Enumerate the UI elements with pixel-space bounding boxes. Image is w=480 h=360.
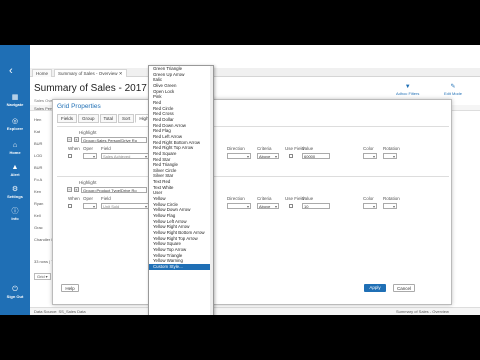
home-icon: ⌂ — [12, 142, 18, 149]
color-select[interactable] — [363, 203, 377, 209]
edit-mode-button[interactable]: ✎ Edit Mode — [444, 84, 462, 96]
adhoc-filters-button[interactable]: ▼ Adhoc Filters — [396, 84, 419, 96]
filter-icon: ▼ — [404, 84, 411, 90]
direction-select[interactable] — [227, 153, 251, 159]
highlight-rule-2: Highlight − ▪ Group=Product Type[Drive R… — [57, 176, 449, 226]
highlight-expression-input[interactable]: Group=Product Type[Drive Ro — [81, 187, 147, 193]
highlight-rule-1: Highlight − ▪ Group=Sales Person[Drive R… — [57, 126, 449, 176]
direction-select[interactable] — [227, 203, 251, 209]
rail-item-settings[interactable]: ⚙ Settings — [0, 185, 30, 207]
document-tab-bar: Home Summary of Sales - Overview ✕ — [30, 68, 480, 77]
delete-rule-icon[interactable]: − — [67, 137, 72, 142]
use-field-checkbox[interactable] — [289, 154, 293, 158]
tab-total[interactable]: Total — [99, 114, 118, 123]
status-footer: Data Source: SS_Sales Data Summary of Sa… — [30, 307, 480, 315]
apply-button[interactable]: Apply — [364, 284, 386, 292]
value-input[interactable]: 60000 — [302, 153, 330, 159]
delete-rule-icon[interactable]: − — [67, 187, 72, 192]
help-button[interactable]: Help — [61, 284, 79, 292]
gear-icon: ⚙ — [11, 186, 19, 193]
rail-item-home[interactable]: ⌂ Home — [0, 141, 30, 163]
operator-select[interactable] — [83, 153, 97, 159]
tab-home[interactable]: Home — [32, 69, 53, 77]
info-icon: ⓘ — [11, 208, 19, 215]
lock-icon[interactable]: ▪ — [74, 137, 79, 142]
footer-report-name: Summary of Sales - Overview — [396, 309, 449, 314]
pencil-icon: ✎ — [450, 84, 456, 90]
criteria-select[interactable]: Above — [257, 153, 279, 159]
dialog-tabs: Fields Group Total Sort Highlight — [57, 114, 162, 123]
cancel-button[interactable]: Cancel — [393, 284, 415, 292]
color-select[interactable] — [363, 153, 377, 159]
grid-icon: ▦ — [11, 94, 19, 101]
use-field-checkbox[interactable] — [289, 204, 293, 208]
data-source-label[interactable]: Data Source: SS_Sales Data — [34, 309, 86, 314]
rail-item-explorer[interactable]: ◎ Explorer — [0, 117, 30, 139]
field-select[interactable]: Unit Sold — [101, 203, 149, 209]
highlight-style-dropdown[interactable]: Green Triangle Green Up Arrow Italic Olive … — [148, 65, 214, 315]
rail-item-info[interactable]: ⓘ Info — [0, 207, 30, 229]
power-icon: ⏻ — [12, 286, 18, 293]
application-window: ‹ ▦ Navigate ◎ Explorer ⌂ Home ▲ Alert ⚙… — [0, 45, 480, 315]
grid-properties-dialog: Grid Properties Fields Group Total Sort … — [52, 99, 452, 305]
rail-item-sign-out[interactable]: ⏻ Sign Out — [0, 285, 30, 307]
left-nav-rail: ‹ ▦ Navigate ◎ Explorer ⌂ Home ▲ Alert ⚙… — [0, 45, 30, 315]
tab-summary-of-sales[interactable]: Summary of Sales - Overview ✕ — [54, 69, 127, 77]
field-select[interactable]: Sales Achieved — [101, 153, 149, 159]
tab-group[interactable]: Group — [78, 114, 99, 123]
rail-item-alert[interactable]: ▲ Alert — [0, 163, 30, 185]
grid-view-select[interactable]: Grid ▾ — [34, 273, 51, 280]
when-checkbox[interactable] — [68, 154, 72, 158]
back-arrow-icon[interactable]: ‹ — [9, 65, 13, 77]
dropdown-option[interactable]: Custom Style... — [149, 263, 213, 270]
dropdown-option[interactable]: Yellow Right Bottom Arrow — [149, 230, 213, 236]
operator-select[interactable] — [83, 203, 97, 209]
rail-item-navigate[interactable]: ▦ Navigate — [0, 93, 30, 115]
criteria-select[interactable]: Above — [257, 203, 279, 209]
rotation-select[interactable] — [383, 153, 397, 159]
alert-icon: ▲ — [11, 164, 19, 171]
value-input[interactable]: 10 — [302, 203, 330, 209]
when-checkbox[interactable] — [68, 204, 72, 208]
dialog-title: Grid Properties — [57, 103, 101, 110]
dropdown-scrollbar[interactable] — [210, 66, 213, 315]
explorer-icon: ◎ — [11, 118, 19, 125]
rotation-select[interactable] — [383, 203, 397, 209]
lock-icon[interactable]: ▪ — [74, 187, 79, 192]
page-title: Summary of Sales - 2017 — [34, 83, 147, 94]
tab-sort[interactable]: Sort — [118, 114, 135, 123]
highlight-expression-input[interactable]: Group=Sales Person[Drive Ro — [81, 137, 147, 143]
tab-fields[interactable]: Fields — [57, 114, 78, 123]
